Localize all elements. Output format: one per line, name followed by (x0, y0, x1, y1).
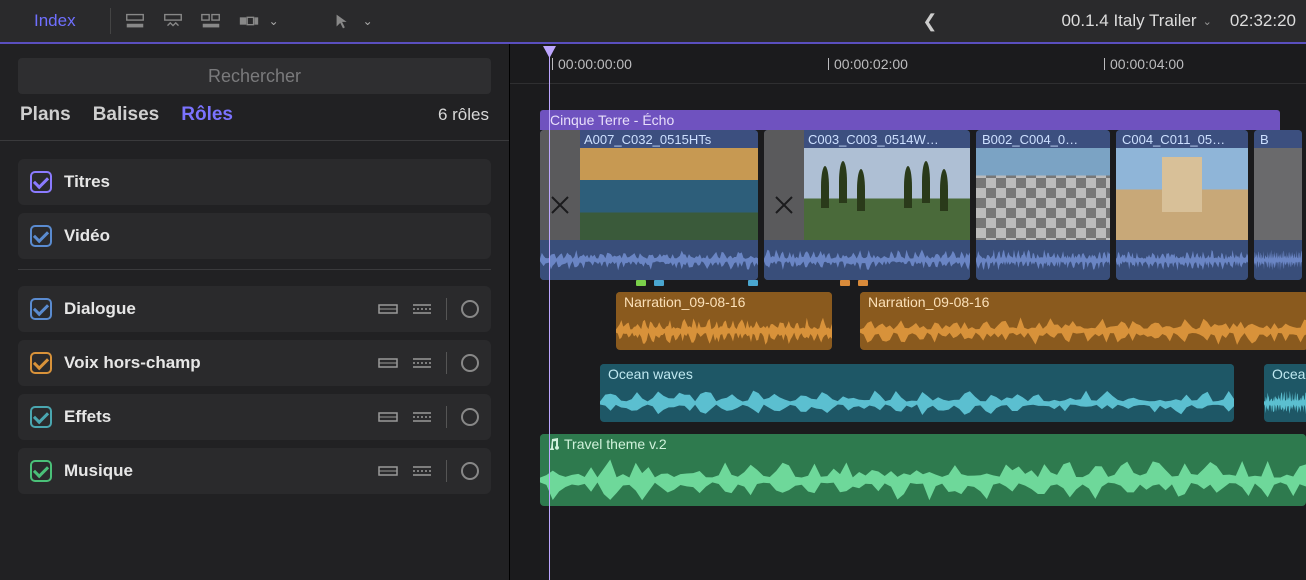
chevron-down-icon[interactable]: ⌄ (363, 14, 373, 28)
role-label: Vidéo (64, 226, 479, 246)
timeline-ruler[interactable]: 00:00:00:00 00:00:02:00 00:00:04:00 (510, 44, 1306, 84)
ruler-tick: 00:00:02:00 (834, 56, 908, 72)
role-row-musique[interactable]: Musique (18, 448, 491, 494)
thumbnail (1116, 148, 1248, 240)
clip-waveform (540, 240, 758, 280)
divider (446, 460, 447, 482)
marker[interactable] (636, 280, 646, 286)
role-label: Musique (64, 461, 366, 481)
video-lane: A007_C032_0515HTsC003_C003_0514W… B002_C0… (540, 130, 1302, 280)
tab-roles[interactable]: Rôles (181, 104, 233, 126)
focus-toggle[interactable] (461, 354, 479, 372)
timeline[interactable]: 00:00:00:00 00:00:02:00 00:00:04:00 Cinque… (510, 44, 1306, 580)
divider (446, 352, 447, 374)
thumbnail (669, 148, 758, 240)
chevron-down-icon[interactable]: ⌄ (269, 14, 279, 28)
roles-count: 6 rôles (438, 105, 489, 125)
video-clip[interactable]: A007_C032_0515HTs (540, 130, 758, 280)
role-row-video[interactable]: Vidéo (18, 213, 491, 259)
ruler-tick: 00:00:04:00 (1110, 56, 1184, 72)
project-name-dropdown[interactable]: 00.1.4 Italy Trailer⌄ (1061, 11, 1211, 31)
solo-icon[interactable] (197, 10, 225, 32)
thumbnail (1254, 148, 1302, 240)
back-arrow-icon[interactable]: ❮ (914, 11, 945, 32)
clip-label: Narration_09-08-16 (616, 292, 832, 312)
video-clip[interactable]: B002_C004_0… (976, 130, 1110, 280)
role-row-voix[interactable]: Voix hors-champ (18, 340, 491, 386)
effects-clip[interactable]: Ocean (1264, 364, 1306, 422)
lane-expand-icon[interactable] (412, 355, 432, 371)
lane-collapse-icon[interactable] (378, 463, 398, 479)
project-timecode: 02:32:20 (1230, 11, 1296, 31)
divider (446, 298, 447, 320)
title-clip[interactable]: Cinque Terre - Écho (540, 110, 1280, 130)
role-label: Dialogue (64, 299, 366, 319)
lane-expand-icon[interactable] (412, 301, 432, 317)
clip-label: Travel theme v.2 (540, 434, 1306, 454)
role-label: Effets (64, 407, 366, 427)
thumbnail (580, 148, 669, 240)
clip-label: B002_C004_0… (976, 130, 1110, 148)
role-label: Titres (64, 172, 479, 192)
narration-clip[interactable]: Narration_09-08-16 (616, 292, 832, 350)
role-row-dialogue[interactable]: Dialogue (18, 286, 491, 332)
role-checkbox[interactable] (30, 225, 52, 247)
thumbnail (804, 148, 887, 240)
thumbnail (976, 148, 1110, 240)
clip-waveform (1116, 240, 1248, 280)
music-clip[interactable]: Travel theme v.2 (540, 434, 1306, 506)
clip-label: Narration_09-08-16 (860, 292, 1306, 312)
select-tool-icon[interactable] (329, 10, 357, 32)
clip-waveform (1254, 240, 1302, 280)
clip-waveform (976, 240, 1110, 280)
focus-toggle[interactable] (461, 462, 479, 480)
lane-expand-icon[interactable] (412, 463, 432, 479)
clip-label: C004_C011_05… (1116, 130, 1248, 148)
lane-collapse-icon[interactable] (378, 409, 398, 425)
role-row-effets[interactable]: Effets (18, 394, 491, 440)
marker[interactable] (748, 280, 758, 286)
toolbar: Index ⌄ ⌄ ❮ 00.1.4 Italy Trailer⌄ 02:32:… (0, 0, 1306, 44)
role-checkbox[interactable] (30, 171, 52, 193)
marker[interactable] (858, 280, 868, 286)
clip-label: Ocean (1264, 364, 1306, 384)
effects-clip[interactable]: Ocean waves (600, 364, 1234, 422)
role-checkbox[interactable] (30, 352, 52, 374)
thumbnail (887, 148, 970, 240)
video-clip[interactable]: B (1254, 130, 1302, 280)
divider (446, 406, 447, 428)
role-checkbox[interactable] (30, 298, 52, 320)
marker[interactable] (654, 280, 664, 286)
clip-waveform (764, 240, 970, 280)
index-sidebar: Plans Balises Rôles 6 rôles Titres Vidéo D… (0, 44, 510, 580)
lane-expand-icon[interactable] (412, 409, 432, 425)
search-input[interactable] (18, 58, 491, 94)
role-label: Voix hors-champ (64, 353, 366, 373)
tab-plans[interactable]: Plans (20, 104, 71, 126)
divider (110, 8, 111, 34)
snapping-icon[interactable] (159, 10, 187, 32)
narration-clip[interactable]: Narration_09-08-16 (860, 292, 1306, 350)
lane-collapse-icon[interactable] (378, 355, 398, 371)
playhead[interactable] (549, 54, 550, 580)
video-clip[interactable]: C003_C003_0514W… (764, 130, 970, 280)
clip-label: Ocean waves (600, 364, 1234, 384)
index-button[interactable]: Index (10, 11, 100, 31)
lane-collapse-icon[interactable] (378, 301, 398, 317)
skimming-icon[interactable] (121, 10, 149, 32)
video-clip[interactable]: C004_C011_05… (1116, 130, 1248, 280)
focus-toggle[interactable] (461, 408, 479, 426)
trim-icon[interactable] (235, 10, 263, 32)
role-checkbox[interactable] (30, 460, 52, 482)
clip-label: B (1254, 130, 1302, 148)
marker[interactable] (840, 280, 850, 286)
ruler-tick: 00:00:00:00 (558, 56, 632, 72)
role-checkbox[interactable] (30, 406, 52, 428)
role-row-titres[interactable]: Titres (18, 159, 491, 205)
focus-toggle[interactable] (461, 300, 479, 318)
tab-balises[interactable]: Balises (93, 104, 160, 126)
